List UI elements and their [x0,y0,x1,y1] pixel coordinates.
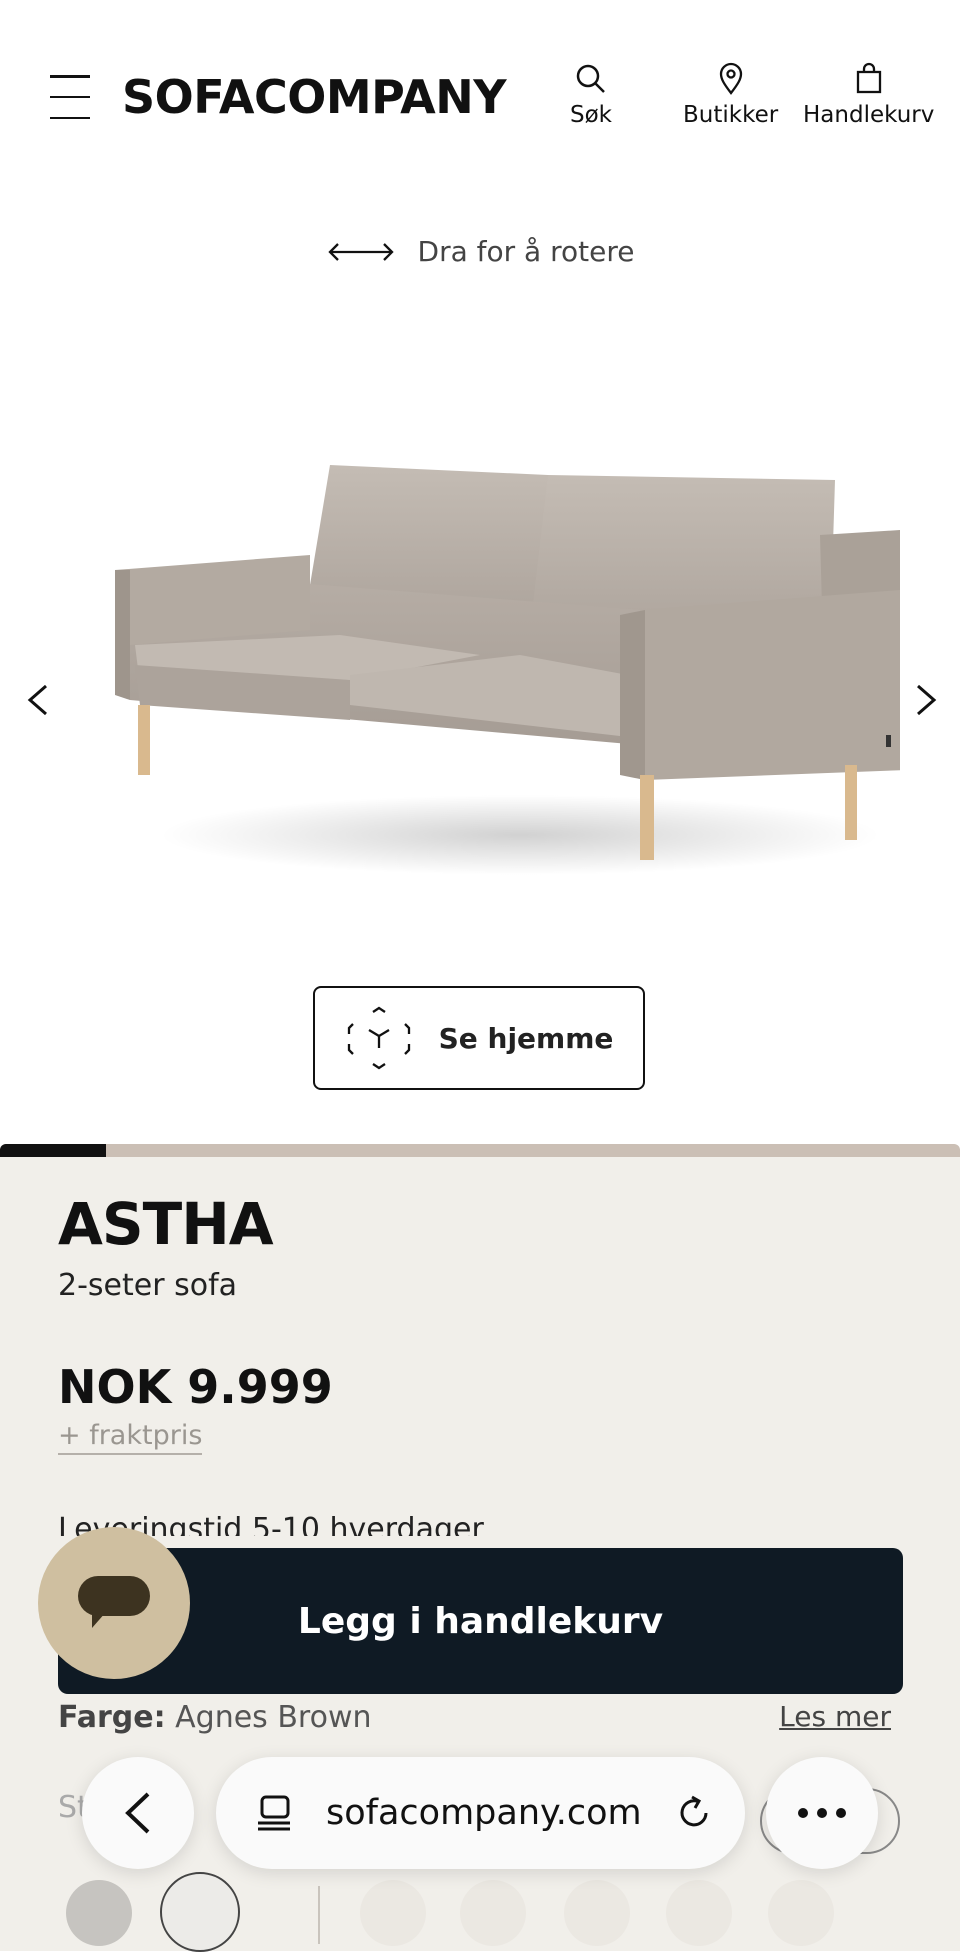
see-at-home-button[interactable]: Se hjemme [313,986,645,1090]
reload-icon[interactable] [674,1793,714,1833]
color-value: Agnes Brown [175,1700,372,1735]
color-swatch[interactable] [66,1880,132,1946]
next-image-arrow-icon[interactable] [906,680,946,720]
product-3d-image[interactable] [100,440,900,910]
product-name: ASTHA [58,1190,274,1258]
ar-cube-icon [347,1006,410,1070]
swatch-divider [318,1886,320,1944]
url-text: sofacompany.com [326,1793,642,1833]
color-swatch[interactable] [460,1880,526,1946]
color-swatch[interactable] [564,1880,630,1946]
menu-line [50,75,90,78]
menu-button[interactable] [50,75,92,119]
color-row: Farge: Agnes Brown Les mer [58,1700,903,1740]
location-pin-icon [719,62,742,95]
cart-button[interactable]: Handlekurv [803,62,934,128]
product-subtitle: 2-seter sofa [58,1268,238,1303]
color-swatch[interactable] [360,1880,426,1946]
address-bar[interactable]: sofacompany.com [216,1757,745,1869]
read-more-link[interactable]: Les mer [779,1700,891,1733]
shopping-bag-icon [856,62,881,94]
color-swatch-selected[interactable] [160,1872,240,1952]
color-swatch[interactable] [768,1880,834,1946]
color-label-group: Farge: Agnes Brown [58,1700,372,1735]
menu-line [50,95,90,99]
cart-label: Handlekurv [803,102,935,128]
menu-line [50,116,90,119]
chat-button[interactable] [38,1527,190,1679]
stores-button[interactable]: Butikker [683,62,778,128]
rotate-hint: Dra for å rotere [0,235,960,268]
more-dots-icon [798,1808,846,1818]
color-label: Farge: [58,1700,166,1735]
stores-label: Butikker [683,102,779,128]
tab-overview-icon [258,1795,290,1831]
product-price: NOK 9.999 [58,1360,333,1414]
previous-image-arrow-icon[interactable] [18,680,58,720]
browser-more-button[interactable] [766,1757,878,1869]
search-button[interactable]: Søk [570,62,612,128]
browser-back-button[interactable] [82,1757,194,1869]
search-icon [576,64,605,93]
site-header: SOFACOMPANY Søk Butikker Handlekurv [0,0,960,150]
gallery-progress-bar [0,1144,960,1157]
rotate-hint-text: Dra for å rotere [417,235,635,268]
gallery-progress-fill [0,1144,106,1157]
color-swatch[interactable] [666,1880,732,1946]
double-arrow-icon [327,242,394,261]
chat-bubble-icon [78,1576,150,1628]
brand-logo[interactable]: SOFACOMPANY [122,70,507,124]
shipping-price-link[interactable]: + fraktpris [58,1420,203,1455]
search-label: Søk [570,102,612,128]
see-at-home-label: Se hjemme [438,1021,614,1055]
chevron-left-icon [125,1792,150,1834]
